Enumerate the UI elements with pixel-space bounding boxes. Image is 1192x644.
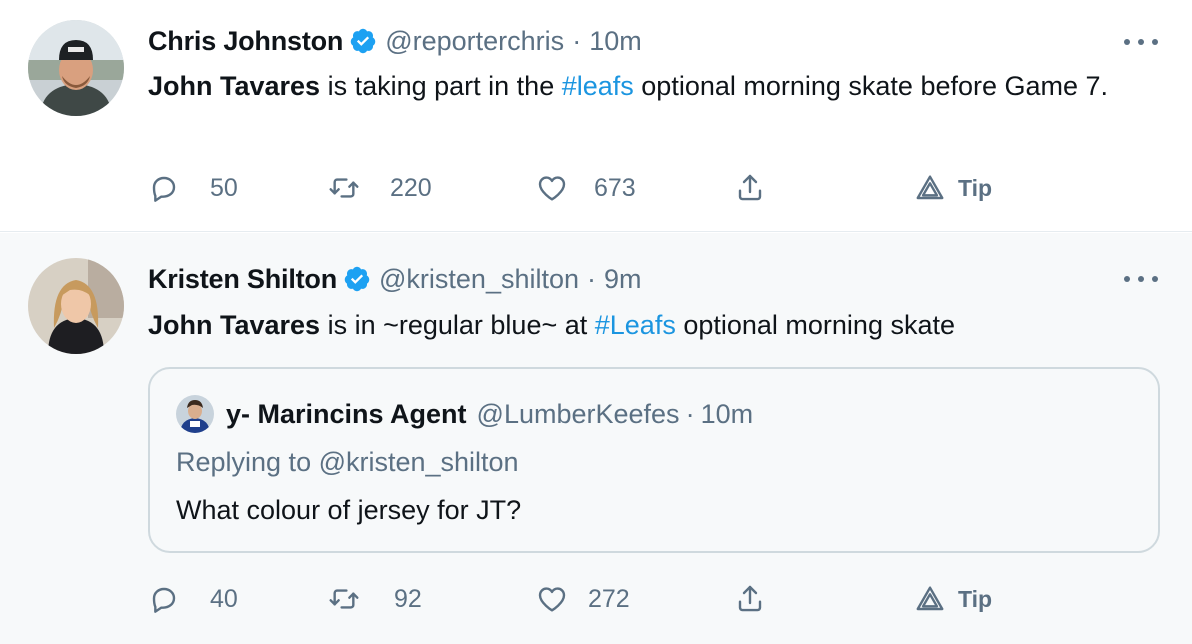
tweet-text: John Tavares is in ~regular blue~ at #Le… <box>148 305 1148 345</box>
retweet-count: 92 <box>394 584 422 613</box>
reply-button[interactable]: 40 <box>148 579 238 619</box>
reply-icon <box>152 176 176 202</box>
text-part: optional morning skate before Game 7. <box>633 71 1109 101</box>
share-icon <box>738 585 762 612</box>
author-handle[interactable]: @reporterchris <box>385 26 564 57</box>
quoted-avatar <box>176 395 214 433</box>
tip-icon <box>916 586 944 611</box>
avatar-photo <box>28 258 124 354</box>
quoted-tweet[interactable]: y- Marincins Agent @LumberKeefes · 10m R… <box>148 367 1160 553</box>
share-button[interactable] <box>734 579 766 619</box>
more-dots-icon[interactable] <box>1124 32 1158 52</box>
share-button[interactable] <box>734 168 766 208</box>
tweet[interactable]: Chris Johnston @reporterchris · 10m John… <box>0 0 1192 232</box>
like-button[interactable]: 272 <box>536 579 630 619</box>
avatar[interactable] <box>28 258 124 354</box>
separator: · <box>587 263 597 294</box>
verified-badge-icon <box>350 28 376 54</box>
reply-count: 50 <box>210 173 238 202</box>
tweet-header: Chris Johnston @reporterchris · 10m <box>148 24 642 58</box>
action-bar: 40 92 272 Tip <box>148 579 1048 619</box>
retweet-icon <box>329 589 359 609</box>
avatar[interactable] <box>28 20 124 116</box>
tip-label: Tip <box>958 585 993 612</box>
mention-bold: John Tavares <box>148 71 321 101</box>
tweet-text: John Tavares is taking part in the #leaf… <box>148 66 1148 106</box>
like-count: 272 <box>588 584 630 613</box>
verified-badge-icon <box>344 266 370 292</box>
separator: · <box>685 398 695 429</box>
text-part: is taking part in the <box>320 71 562 101</box>
tip-button[interactable]: Tip <box>914 579 992 619</box>
tweet[interactable]: Kristen Shilton @kristen_shilton · 9m Jo… <box>0 233 1192 644</box>
tip-icon <box>916 175 944 200</box>
tip-button[interactable]: Tip <box>914 168 992 208</box>
quoted-avatar-photo <box>176 395 214 433</box>
timestamp[interactable]: 9m <box>604 264 642 295</box>
like-button[interactable]: 673 <box>536 168 636 208</box>
action-bar: 50 220 673 Tip <box>148 168 1048 208</box>
like-count: 673 <box>594 173 636 202</box>
share-icon <box>738 174 762 201</box>
separator: · <box>572 25 582 56</box>
quoted-timestamp: 10m <box>700 398 754 429</box>
hashtag-link[interactable]: #Leafs <box>595 310 676 340</box>
quoted-text: What colour of jersey for JT? <box>176 495 522 525</box>
text-part: optional morning skate <box>675 310 955 340</box>
retweet-icon <box>329 178 359 198</box>
retweet-button[interactable]: 92 <box>328 579 422 619</box>
like-icon <box>538 176 566 201</box>
author-name[interactable]: Chris Johnston <box>148 26 343 57</box>
reply-count: 40 <box>210 584 238 613</box>
timestamp[interactable]: 10m <box>589 26 642 57</box>
tweet-header: Kristen Shilton @kristen_shilton · 9m <box>148 262 642 296</box>
retweet-count: 220 <box>390 173 432 202</box>
quoted-header: y- Marincins Agent @LumberKeefes · 10m <box>176 395 753 433</box>
mention-bold: John Tavares <box>148 310 321 340</box>
hashtag-link[interactable]: #leafs <box>562 71 634 101</box>
author-name[interactable]: Kristen Shilton <box>148 264 337 295</box>
avatar-photo <box>28 20 124 116</box>
like-icon <box>538 587 566 612</box>
more-dots-icon[interactable] <box>1124 269 1158 289</box>
author-handle[interactable]: @kristen_shilton <box>379 264 579 295</box>
reply-button[interactable]: 50 <box>148 168 238 208</box>
quoted-author-handle[interactable]: @LumberKeefes <box>477 399 680 430</box>
quoted-reply-context: Replying to @kristen_shilton <box>176 447 519 477</box>
quoted-author-name[interactable]: y- Marincins Agent <box>226 399 467 430</box>
retweet-button[interactable]: 220 <box>328 168 432 208</box>
text-part: is in ~regular blue~ at <box>320 310 595 340</box>
reply-icon <box>152 587 176 613</box>
tip-label: Tip <box>958 174 993 201</box>
